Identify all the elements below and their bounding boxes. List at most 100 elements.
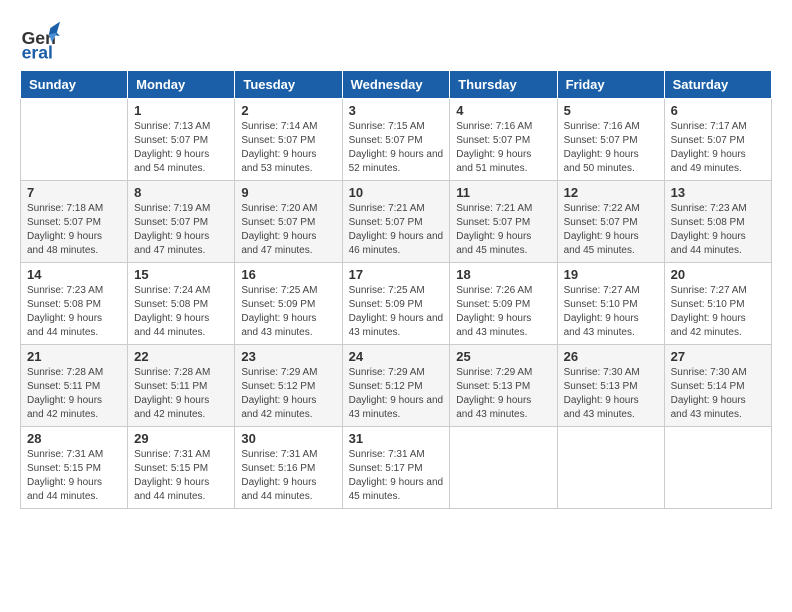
col-header-sunday: Sunday <box>21 71 128 99</box>
day-number: 6 <box>671 103 765 118</box>
day-cell: 19 Sunrise: 7:27 AM Sunset: 5:10 PM Dayli… <box>557 263 664 345</box>
day-number: 1 <box>134 103 228 118</box>
day-number: 4 <box>456 103 550 118</box>
day-cell: 29 Sunrise: 7:31 AM Sunset: 5:15 PM Dayli… <box>128 427 235 509</box>
day-cell <box>450 427 557 509</box>
day-number: 12 <box>564 185 658 200</box>
day-cell: 17Sunrise: 7:25 AM Sunset: 5:09 PM Dayli… <box>342 263 450 345</box>
day-cell: 26 Sunrise: 7:30 AM Sunset: 5:13 PM Dayli… <box>557 345 664 427</box>
col-header-thursday: Thursday <box>450 71 557 99</box>
day-cell: 12 Sunrise: 7:22 AM Sunset: 5:07 PM Dayli… <box>557 181 664 263</box>
day-number: 18 <box>456 267 550 282</box>
day-number: 22 <box>134 349 228 364</box>
day-number: 31 <box>349 431 444 446</box>
week-row-2: 7 Sunrise: 7:18 AM Sunset: 5:07 PM Daylig… <box>21 181 772 263</box>
day-cell: 5 Sunrise: 7:16 AM Sunset: 5:07 PM Daylig… <box>557 99 664 181</box>
day-number: 27 <box>671 349 765 364</box>
day-cell: 31 Sunrise: 7:31 AM Sunset: 5:17 PM Dayli… <box>342 427 450 509</box>
day-info: Sunrise: 7:30 AM Sunset: 5:14 PM Dayligh… <box>671 366 765 422</box>
page-header: Gen eral <box>20 20 772 60</box>
day-cell: 21Sunrise: 7:28 AM Sunset: 5:11 PM Dayli… <box>21 345 128 427</box>
day-number: 28 <box>27 431 121 446</box>
svg-text:eral: eral <box>22 42 53 60</box>
day-number: 8 <box>134 185 228 200</box>
day-cell: 4 Sunrise: 7:16 AM Sunset: 5:07 PM Daylig… <box>450 99 557 181</box>
day-number: 9 <box>241 185 335 200</box>
day-cell: 16Sunrise: 7:25 AM Sunset: 5:09 PM Dayli… <box>235 263 342 345</box>
day-info: Sunrise: 7:16 AM Sunset: 5:07 PM Dayligh… <box>564 120 658 176</box>
day-number: 30 <box>241 431 335 446</box>
day-info: Sunrise: 7:22 AM Sunset: 5:07 PM Dayligh… <box>564 202 658 258</box>
day-number: 24 <box>349 349 444 364</box>
day-info: Sunrise: 7:31 AM Sunset: 5:15 PM Dayligh… <box>134 448 228 504</box>
day-cell <box>664 427 771 509</box>
day-info: Sunrise: 7:24 AM Sunset: 5:08 PM Dayligh… <box>134 284 228 340</box>
day-number: 11 <box>456 185 550 200</box>
day-cell: 1 Sunrise: 7:13 AM Sunset: 5:07 PM Daylig… <box>128 99 235 181</box>
day-info: Sunrise: 7:25 AM Sunset: 5:09 PM Dayligh… <box>241 284 335 340</box>
day-info: Sunrise: 7:31 AM Sunset: 5:16 PM Dayligh… <box>241 448 335 504</box>
day-info: Sunrise: 7:31 AM Sunset: 5:15 PM Dayligh… <box>27 448 121 504</box>
day-number: 19 <box>564 267 658 282</box>
day-info: Sunrise: 7:14 AM Sunset: 5:07 PM Dayligh… <box>241 120 335 176</box>
day-info: Sunrise: 7:13 AM Sunset: 5:07 PM Dayligh… <box>134 120 228 176</box>
day-cell: 11 Sunrise: 7:21 AM Sunset: 5:07 PM Dayli… <box>450 181 557 263</box>
day-number: 26 <box>564 349 658 364</box>
day-info: Sunrise: 7:27 AM Sunset: 5:10 PM Dayligh… <box>564 284 658 340</box>
day-info: Sunrise: 7:31 AM Sunset: 5:17 PM Dayligh… <box>349 448 444 504</box>
day-info: Sunrise: 7:19 AM Sunset: 5:07 PM Dayligh… <box>134 202 228 258</box>
day-cell: 8 Sunrise: 7:19 AM Sunset: 5:07 PM Daylig… <box>128 181 235 263</box>
day-number: 14 <box>27 267 121 282</box>
day-info: Sunrise: 7:27 AM Sunset: 5:10 PM Dayligh… <box>671 284 765 340</box>
day-number: 25 <box>456 349 550 364</box>
day-number: 15 <box>134 267 228 282</box>
day-info: Sunrise: 7:23 AM Sunset: 5:08 PM Dayligh… <box>27 284 121 340</box>
day-number: 13 <box>671 185 765 200</box>
day-info: Sunrise: 7:30 AM Sunset: 5:13 PM Dayligh… <box>564 366 658 422</box>
day-info: Sunrise: 7:29 AM Sunset: 5:13 PM Dayligh… <box>456 366 550 422</box>
calendar-table: SundayMondayTuesdayWednesdayThursdayFrid… <box>20 70 772 509</box>
day-number: 2 <box>241 103 335 118</box>
col-header-monday: Monday <box>128 71 235 99</box>
day-info: Sunrise: 7:28 AM Sunset: 5:11 PM Dayligh… <box>27 366 121 422</box>
day-info: Sunrise: 7:29 AM Sunset: 5:12 PM Dayligh… <box>241 366 335 422</box>
day-cell: 18 Sunrise: 7:26 AM Sunset: 5:09 PM Dayli… <box>450 263 557 345</box>
day-info: Sunrise: 7:20 AM Sunset: 5:07 PM Dayligh… <box>241 202 335 258</box>
day-cell: 20 Sunrise: 7:27 AM Sunset: 5:10 PM Dayli… <box>664 263 771 345</box>
calendar-header-row: SundayMondayTuesdayWednesdayThursdayFrid… <box>21 71 772 99</box>
day-cell: 15 Sunrise: 7:24 AM Sunset: 5:08 PM Dayli… <box>128 263 235 345</box>
col-header-saturday: Saturday <box>664 71 771 99</box>
day-info: Sunrise: 7:21 AM Sunset: 5:07 PM Dayligh… <box>456 202 550 258</box>
day-info: Sunrise: 7:16 AM Sunset: 5:07 PM Dayligh… <box>456 120 550 176</box>
day-info: Sunrise: 7:28 AM Sunset: 5:11 PM Dayligh… <box>134 366 228 422</box>
day-info: Sunrise: 7:29 AM Sunset: 5:12 PM Dayligh… <box>349 366 444 422</box>
day-number: 17 <box>349 267 444 282</box>
day-info: Sunrise: 7:18 AM Sunset: 5:07 PM Dayligh… <box>27 202 121 258</box>
day-cell: 10Sunrise: 7:21 AM Sunset: 5:07 PM Dayli… <box>342 181 450 263</box>
col-header-wednesday: Wednesday <box>342 71 450 99</box>
day-number: 7 <box>27 185 121 200</box>
week-row-4: 21Sunrise: 7:28 AM Sunset: 5:11 PM Dayli… <box>21 345 772 427</box>
day-info: Sunrise: 7:26 AM Sunset: 5:09 PM Dayligh… <box>456 284 550 340</box>
day-cell: 27 Sunrise: 7:30 AM Sunset: 5:14 PM Dayli… <box>664 345 771 427</box>
day-cell: 28 Sunrise: 7:31 AM Sunset: 5:15 PM Dayli… <box>21 427 128 509</box>
day-number: 23 <box>241 349 335 364</box>
day-cell: 6 Sunrise: 7:17 AM Sunset: 5:07 PM Daylig… <box>664 99 771 181</box>
day-info: Sunrise: 7:17 AM Sunset: 5:07 PM Dayligh… <box>671 120 765 176</box>
day-number: 29 <box>134 431 228 446</box>
day-number: 5 <box>564 103 658 118</box>
day-cell: 7 Sunrise: 7:18 AM Sunset: 5:07 PM Daylig… <box>21 181 128 263</box>
week-row-3: 14 Sunrise: 7:23 AM Sunset: 5:08 PM Dayli… <box>21 263 772 345</box>
day-number: 20 <box>671 267 765 282</box>
day-info: Sunrise: 7:15 AM Sunset: 5:07 PM Dayligh… <box>349 120 444 176</box>
logo-icon: Gen eral <box>20 20 60 60</box>
day-info: Sunrise: 7:21 AM Sunset: 5:07 PM Dayligh… <box>349 202 444 258</box>
week-row-5: 28 Sunrise: 7:31 AM Sunset: 5:15 PM Dayli… <box>21 427 772 509</box>
day-cell: 24 Sunrise: 7:29 AM Sunset: 5:12 PM Dayli… <box>342 345 450 427</box>
logo: Gen eral <box>20 20 62 60</box>
day-cell: 3Sunrise: 7:15 AM Sunset: 5:07 PM Daylig… <box>342 99 450 181</box>
day-cell: 2 Sunrise: 7:14 AM Sunset: 5:07 PM Daylig… <box>235 99 342 181</box>
day-cell: 23 Sunrise: 7:29 AM Sunset: 5:12 PM Dayli… <box>235 345 342 427</box>
day-cell: 13Sunrise: 7:23 AM Sunset: 5:08 PM Dayli… <box>664 181 771 263</box>
day-cell: 22 Sunrise: 7:28 AM Sunset: 5:11 PM Dayli… <box>128 345 235 427</box>
